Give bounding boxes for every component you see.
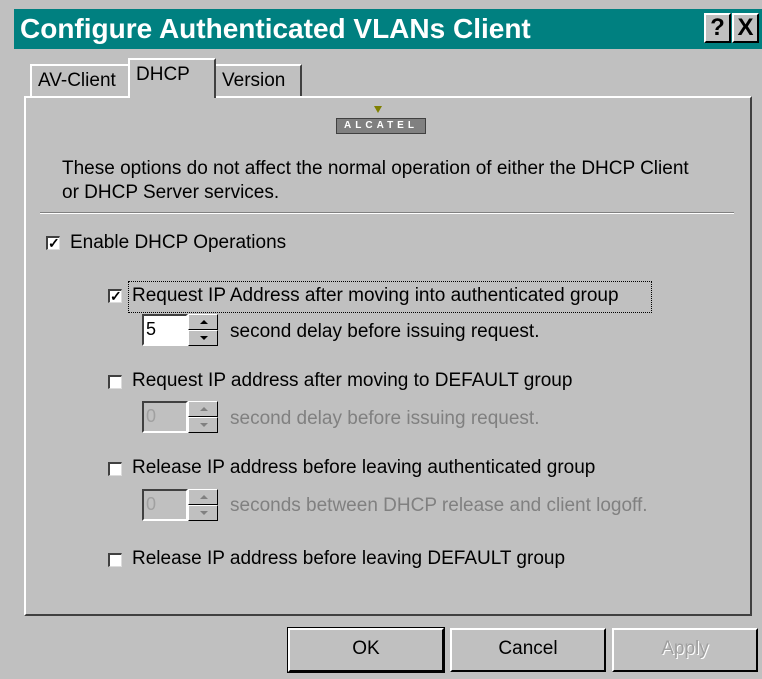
title-bar[interactable]: Configure Authenticated VLANs Client ? X — [14, 9, 762, 49]
window-title: Configure Authenticated VLANs Client — [20, 13, 531, 44]
option-1-label[interactable]: Request IP Address after moving into aut… — [132, 285, 619, 307]
spin-up-icon — [188, 489, 218, 505]
close-button[interactable]: X — [732, 13, 759, 43]
spin-down-icon — [188, 505, 218, 521]
cancel-button[interactable]: Cancel — [450, 628, 606, 672]
option-4-checkbox[interactable] — [108, 553, 122, 567]
option-1-checkbox[interactable]: ✓ — [108, 289, 122, 303]
option-2-delay-label: second delay before issuing request. — [230, 408, 540, 429]
option-1-delay-input[interactable]: 5 — [142, 314, 188, 346]
option-2-label[interactable]: Request IP address after moving to DEFAU… — [132, 370, 572, 392]
description-line-1: These options do not affect the normal o… — [62, 158, 689, 179]
option-3-checkbox[interactable] — [108, 462, 122, 476]
separator — [40, 212, 734, 214]
option-4-label[interactable]: Release IP address before leaving DEFAUL… — [132, 548, 565, 570]
option-1-delay-label: second delay before issuing request. — [230, 321, 540, 342]
help-button[interactable]: ? — [704, 13, 731, 43]
tab-dhcp[interactable]: DHCP — [128, 58, 216, 98]
spin-down-icon[interactable] — [188, 330, 218, 346]
spin-up-icon — [188, 401, 218, 417]
option-2-delay-input: 0 — [142, 401, 188, 433]
option-3-delay-label: seconds between DHCP release and client … — [230, 495, 648, 516]
logo-text: ALCATEL — [336, 118, 426, 134]
option-3-delay-spinner: 0 — [142, 489, 220, 521]
tab-version[interactable]: Version — [214, 64, 302, 98]
alcatel-logo: ALCATEL — [336, 106, 426, 136]
dialog-window: Configure Authenticated VLANs Client ? X… — [0, 0, 762, 679]
option-1-delay-spinner[interactable]: 5 — [142, 314, 220, 346]
enable-dhcp-checkbox[interactable]: ✓ — [46, 236, 60, 250]
option-3-label[interactable]: Release IP address before leaving authen… — [132, 457, 595, 479]
spin-up-icon[interactable] — [188, 314, 218, 330]
enable-dhcp-label[interactable]: Enable DHCP Operations — [70, 232, 286, 254]
ok-button[interactable]: OK — [287, 627, 445, 673]
apply-button[interactable]: Apply — [612, 628, 758, 672]
option-3-delay-input: 0 — [142, 489, 188, 521]
tab-av-client[interactable]: AV-Client — [30, 64, 130, 98]
option-2-checkbox[interactable] — [108, 375, 122, 389]
spin-down-icon — [188, 417, 218, 433]
description-line-2: or DHCP Server services. — [62, 182, 280, 203]
option-2-delay-spinner: 0 — [142, 401, 220, 433]
logo-triangle-icon — [374, 106, 382, 113]
